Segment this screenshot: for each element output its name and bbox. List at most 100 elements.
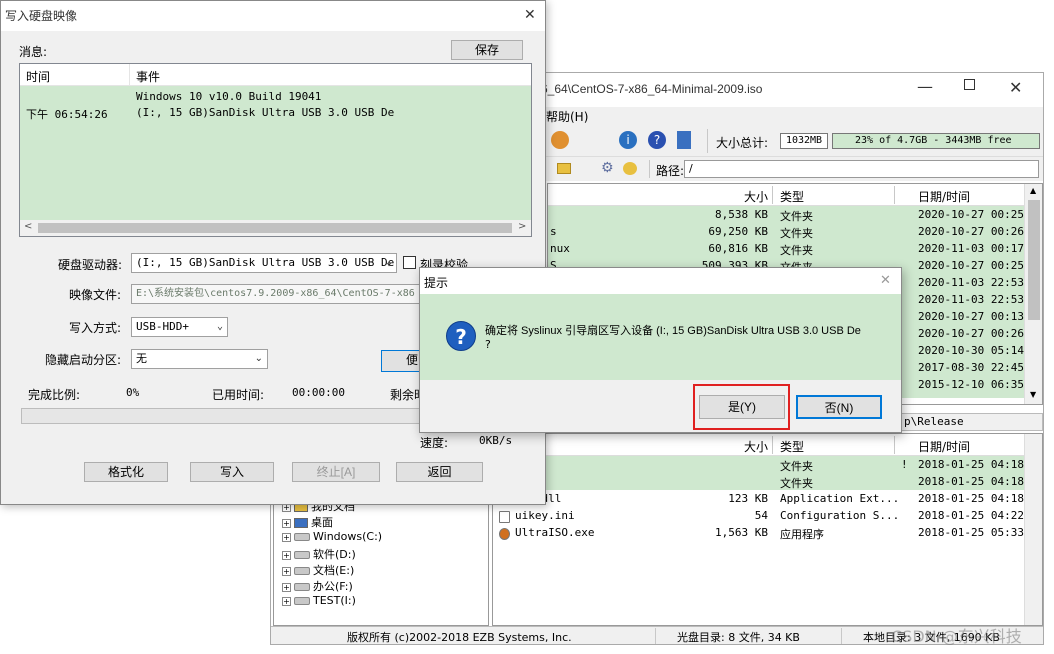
app-file-icon — [499, 528, 510, 540]
status-copyright: 版权所有 (c)2002-2018 EZB Systems, Inc. — [347, 631, 572, 644]
upper-row-date: 2015-12-10 06:35 — [918, 378, 1024, 391]
image-file-value: E:\系统安装包\centos7.9.2009-x86_64\CentOS-7-… — [136, 288, 415, 299]
write-dialog-title-bar: 写入硬盘映像 ✕ — [1, 1, 545, 31]
folder-icon[interactable] — [557, 163, 571, 174]
lower-path[interactable]: p\Release — [904, 415, 964, 428]
upper-header-date[interactable]: 日期/时间 — [918, 188, 970, 205]
minimize-icon[interactable]: — — [917, 77, 933, 96]
write-button[interactable]: 写入 — [190, 462, 274, 482]
confirm-close-icon[interactable]: ✕ — [880, 273, 891, 288]
drive-select[interactable]: (I:, 15 GB)SanDisk Ultra USB 3.0 USB De … — [131, 253, 397, 273]
drive-icon — [294, 533, 310, 541]
yes-button[interactable]: 是(Y) — [699, 395, 785, 419]
tree-item[interactable]: + TEST(I:) — [282, 594, 356, 607]
format-button[interactable]: 格式化 — [84, 462, 168, 482]
confirm-message-line2: ? — [485, 338, 491, 351]
gear-icon[interactable]: ⚙ — [601, 160, 614, 176]
expand-icon[interactable]: + — [282, 550, 291, 560]
back-button[interactable]: 返回 — [396, 462, 483, 482]
upper-row-date: 2020-10-27 00:25 — [918, 208, 1024, 221]
log-header-time[interactable]: 时间 — [26, 68, 50, 85]
properties-icon[interactable] — [623, 162, 637, 175]
log-rows: Windows 10 v10.0 Build 19041 下午 06:54:26… — [20, 86, 531, 220]
lower-scrollbar[interactable] — [1024, 434, 1042, 625]
progress-label: 完成比例: — [28, 388, 81, 402]
upper-row-date: 2017-08-30 22:45 — [918, 361, 1024, 374]
lower-row-date: 2018-01-25 04:18 — [918, 475, 1024, 488]
total-size-value: 1032MB — [780, 133, 828, 149]
confirm-dialog: 提示 ✕ ? 确定将 Syslinux 引导扇区写入设备 (I:, 15 GB)… — [419, 267, 902, 433]
verify-checkbox[interactable] — [403, 256, 416, 269]
drive-label: 硬盘驱动器: — [58, 258, 123, 272]
log-row-2-event: (I:, 15 GB)SanDisk Ultra USB 3.0 USB De — [136, 106, 395, 119]
image-file-field: E:\系统安装包\centos7.9.2009-x86_64\CentOS-7-… — [131, 284, 421, 304]
expand-icon[interactable]: + — [282, 566, 291, 576]
tree-item[interactable]: + Windows(C:) — [282, 530, 382, 543]
lower-row-type: 文件夹 — [780, 460, 813, 473]
status-cd-dir: 光盘目录: 8 文件, 34 KB — [677, 631, 800, 644]
log-hscroll-thumb[interactable] — [38, 223, 512, 233]
progress-bar — [21, 408, 425, 424]
stop-button[interactable]: 终止[A] — [292, 462, 380, 482]
elapsed-label: 已用时间: — [212, 388, 265, 402]
expand-icon[interactable]: + — [282, 596, 291, 606]
lower-row-name: UltraISO.exe — [515, 526, 595, 539]
upper-scrollbar[interactable]: ▲ ▼ — [1024, 184, 1042, 404]
upper-scroll-thumb[interactable] — [1028, 200, 1040, 320]
tree-item[interactable]: + 办公(F:) — [282, 578, 353, 594]
help-icon[interactable]: ? — [648, 131, 666, 149]
burn-icon[interactable] — [551, 131, 569, 149]
lower-row-type: 应用程序 — [780, 528, 824, 541]
drive-icon — [294, 583, 310, 591]
write-method-select[interactable]: USB-HDD+ ⌄ — [131, 317, 228, 337]
hidden-partition-select[interactable]: 无 ⌄ — [131, 349, 268, 369]
write-dialog-title: 写入硬盘映像 — [5, 9, 78, 23]
close-icon[interactable]: ✕ — [1009, 78, 1022, 97]
image-file-label: 映像文件: — [69, 288, 122, 302]
menu-help[interactable]: 帮助(H) — [546, 108, 588, 125]
expand-icon[interactable]: + — [282, 518, 291, 528]
maximize-icon[interactable] — [964, 79, 975, 90]
upper-row-type: 文件夹 — [780, 227, 813, 240]
log-hscrollbar[interactable]: < > — [20, 220, 531, 236]
upper-row-date: 2020-10-27 00:13 — [918, 310, 1024, 323]
chevron-down-icon: ⌄ — [254, 353, 263, 364]
lower-row-type: 文件夹 — [780, 477, 813, 490]
lower-header-date[interactable]: 日期/时间 — [918, 438, 970, 455]
expand-icon[interactable]: + — [282, 582, 291, 592]
save-button[interactable]: 保存 — [451, 40, 523, 60]
tree-item[interactable]: + 文档(E:) — [282, 562, 354, 578]
upper-header-type[interactable]: 类型 — [780, 188, 804, 205]
confirm-message-line1: 确定将 Syslinux 引导扇区写入设备 (I:, 15 GB)SanDisk… — [485, 325, 861, 337]
upper-row-name: nux — [550, 242, 570, 255]
lower-row-date: 2018-01-25 04:18 — [918, 492, 1024, 505]
path-input[interactable]: / — [684, 160, 1039, 178]
write-method-label: 写入方式: — [69, 321, 122, 335]
info-icon[interactable]: i — [619, 131, 637, 149]
drive-icon — [294, 567, 310, 575]
exit-icon[interactable] — [677, 131, 691, 149]
tree-item-label: 桌面 — [311, 516, 333, 529]
upper-row-date: 2020-11-03 00:17 — [918, 242, 1024, 255]
lower-header-size[interactable]: 大小 — [744, 438, 768, 455]
lower-row-flag: ! — [901, 458, 908, 471]
drive-select-value: (I:, 15 GB)SanDisk Ultra USB 3.0 USB De — [136, 256, 395, 269]
elapsed-value: 00:00:00 — [292, 386, 345, 399]
watermark: CSDN @东兴科技 — [891, 627, 1022, 646]
lower-row-type: Application Ext... — [780, 492, 900, 505]
tree-item[interactable]: + 桌面 — [282, 514, 333, 530]
expand-icon[interactable]: + — [282, 532, 291, 542]
confirm-footer: 是(Y) 否(N) — [420, 380, 901, 432]
tree-item[interactable]: + 软件(D:) — [282, 546, 356, 562]
no-button[interactable]: 否(N) — [796, 395, 882, 419]
upper-row-date: 2020-10-27 00:26 — [918, 225, 1024, 238]
log-header-event[interactable]: 事件 — [136, 68, 160, 85]
confirm-title-bar: 提示 ✕ — [420, 268, 901, 294]
write-method-value: USB-HDD+ — [136, 320, 189, 333]
confirm-body: ? 确定将 Syslinux 引导扇区写入设备 (I:, 15 GB)SanDi… — [420, 294, 901, 380]
lower-header-type[interactable]: 类型 — [780, 438, 804, 455]
write-dialog-close-icon[interactable]: ✕ — [524, 7, 536, 23]
tree-item-label: 软件(D:) — [313, 548, 356, 561]
upper-header-size[interactable]: 大小 — [744, 188, 768, 205]
lower-row-date: 2018-01-25 04:18 — [918, 458, 1024, 471]
